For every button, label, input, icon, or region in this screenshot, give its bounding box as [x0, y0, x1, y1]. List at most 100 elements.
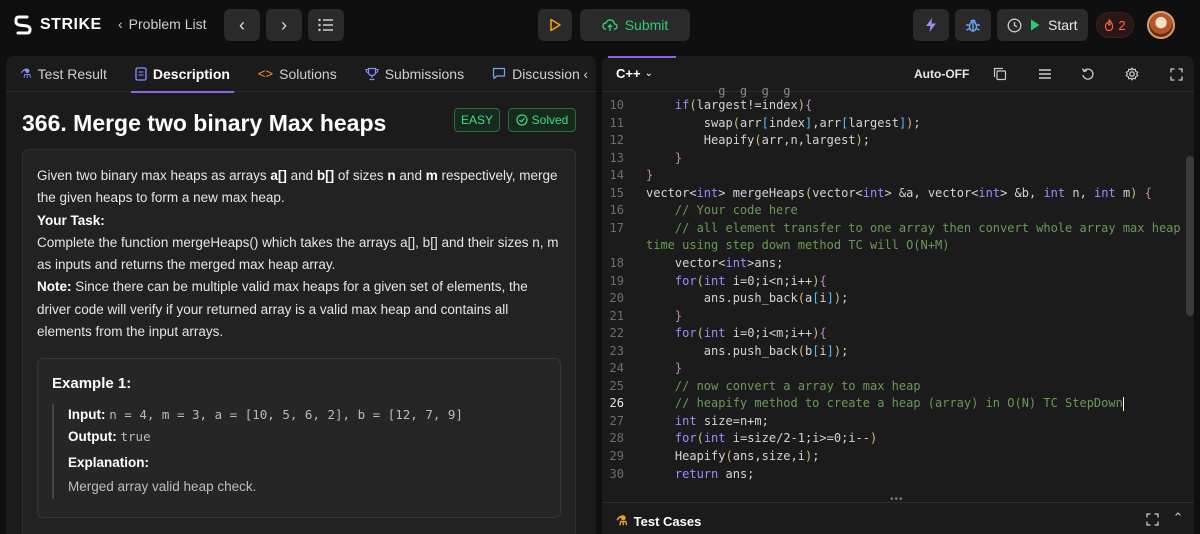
- reset-button[interactable]: [1080, 66, 1096, 82]
- reset-icon: [1081, 68, 1094, 80]
- tab-label: Test Result: [37, 65, 107, 82]
- problem-statement: Given two binary max heaps as arrays a[]…: [37, 165, 561, 210]
- output-label: Output:: [68, 429, 117, 445]
- line-number: 13: [609, 150, 624, 165]
- clock-icon: [1007, 18, 1022, 32]
- brand-name: STRIKE: [40, 16, 102, 33]
- example-title: Example 1:: [52, 375, 132, 393]
- settings-button[interactable]: [1124, 66, 1140, 82]
- tab-solutions[interactable]: <> Solutions: [244, 56, 351, 92]
- problem-tabs: ⚗ Test Result Description <> Solutions S…: [6, 56, 596, 93]
- code-line: }: [674, 361, 683, 376]
- tab-description[interactable]: Description: [121, 56, 244, 93]
- line-number: 14: [609, 168, 624, 183]
- tab-test-result[interactable]: ⚗ Test Result: [6, 56, 121, 92]
- input-value: n = 4, m = 3, a = [10, 5, 6, 2], b = [12…: [109, 406, 463, 422]
- chevron-down-icon: ⌄: [644, 68, 653, 79]
- language-selector[interactable]: C++ ⌄: [616, 66, 653, 81]
- trophy-icon: [365, 67, 379, 80]
- task-heading: Your Task:: [37, 212, 105, 228]
- code-line: for(int i=size/2-1;i>=0;i--): [674, 431, 878, 446]
- fullscreen-button[interactable]: [1168, 66, 1184, 82]
- chevron-up-icon: ⌃: [1172, 510, 1184, 525]
- problem-list-menu-button[interactable]: [308, 9, 344, 41]
- next-problem-button[interactable]: ›: [266, 9, 302, 41]
- streak-badge[interactable]: 2: [1096, 12, 1134, 38]
- difficulty-badge: EASY: [454, 108, 500, 132]
- input-label: Input:: [68, 406, 106, 422]
- line-number: 18: [609, 255, 624, 270]
- code-icon: <>: [257, 66, 274, 81]
- submit-button[interactable]: Submit: [580, 9, 690, 41]
- line-number: 22: [609, 326, 624, 341]
- problem-panel: ⚗ Test Result Description <> Solutions S…: [6, 56, 596, 534]
- menu-icon: [1039, 69, 1051, 79]
- strike-logo-icon: [14, 15, 32, 35]
- explanation-label: Explanation:: [68, 454, 150, 470]
- solved-label: Solved: [531, 113, 569, 127]
- chevron-left-icon: ‹: [239, 14, 245, 35]
- code-line: }: [674, 308, 683, 323]
- expand-icon: [1169, 67, 1183, 81]
- top-bar: STRIKE ‹ Problem List ‹ › Submit Start 2: [0, 0, 1200, 52]
- tab-label: Submissions: [384, 65, 465, 82]
- boost-button[interactable]: [913, 9, 949, 41]
- statement-text: and: [286, 168, 317, 183]
- statement-bold: a[]: [270, 168, 287, 183]
- start-label: Start: [1048, 17, 1078, 33]
- task-text: Complete the function mergeHeaps() which…: [37, 234, 559, 273]
- prev-problem-button[interactable]: ‹: [224, 9, 260, 41]
- text-cursor: [1122, 396, 1124, 411]
- line-number: 28: [609, 431, 624, 446]
- expand-test-cases-button[interactable]: [1144, 511, 1160, 527]
- statement-bold: n: [387, 168, 396, 183]
- copy-button[interactable]: [992, 66, 1008, 82]
- chevron-left-icon: ‹: [118, 16, 123, 32]
- brand-logo[interactable]: STRIKE: [14, 14, 102, 36]
- code-line: for(int i=0;i<n;i++){: [674, 273, 827, 288]
- start-timer-button[interactable]: Start: [997, 9, 1088, 41]
- bug-icon: [966, 19, 980, 32]
- line-number: 11: [609, 115, 624, 130]
- autocomplete-toggle[interactable]: Auto-OFF: [914, 67, 969, 81]
- problem-list-link[interactable]: ‹ Problem List: [118, 16, 206, 32]
- gear-icon: [1125, 67, 1139, 81]
- code-line: ans.push_back(a[i]);: [646, 291, 849, 306]
- code-line: }: [674, 150, 683, 165]
- language-tab-indicator: [608, 56, 676, 58]
- chevron-left-icon[interactable]: ‹: [583, 66, 588, 82]
- code-line: vector<int> mergeHeaps(vector<int> &a, v…: [646, 185, 1152, 200]
- line-number: 23: [609, 343, 624, 358]
- editor-scrollbar[interactable]: [1186, 156, 1194, 316]
- test-cases-bar[interactable]: ⚗ Test Cases ⌃: [602, 502, 1194, 534]
- code-line: ans.push_back(b[i]);: [646, 343, 849, 358]
- code-line: return ans;: [674, 466, 755, 481]
- streak-count: 2: [1118, 17, 1126, 33]
- example-body: Input: n = 4, m = 3, a = [10, 5, 6, 2], …: [52, 403, 546, 499]
- code-line: // Your code here: [674, 203, 798, 218]
- output-value: true: [120, 429, 151, 445]
- debug-button[interactable]: [955, 9, 991, 41]
- problem-description: Given two binary max heaps as arrays a[]…: [22, 149, 576, 534]
- collapse-test-cases-button[interactable]: ⌃: [1170, 510, 1186, 526]
- statement-bold: b[]: [316, 168, 335, 183]
- line-number: 10: [609, 98, 624, 112]
- tab-label: Description: [152, 65, 230, 82]
- tab-label: Solutions: [279, 65, 337, 82]
- format-button[interactable]: [1037, 66, 1053, 82]
- copy-icon: [993, 67, 1007, 81]
- user-avatar[interactable]: [1147, 11, 1175, 39]
- line-number: 20: [609, 291, 624, 306]
- code-area[interactable]: g g g g 10 if(largest!=index){11 swap(ar…: [602, 84, 1194, 492]
- expand-icon: [1145, 512, 1159, 526]
- play-icon: [1031, 19, 1040, 31]
- line-number: 21: [609, 308, 624, 323]
- submit-label: Submit: [624, 17, 669, 33]
- line-number: 30: [609, 466, 624, 481]
- tab-submissions[interactable]: Submissions: [351, 56, 478, 92]
- tab-discussion[interactable]: Discussion: [478, 56, 594, 92]
- test-cases-tab[interactable]: ⚗ Test Cases: [616, 513, 701, 529]
- test-cases-label: Test Cases: [633, 513, 702, 529]
- code-line-partial: g g g g: [646, 84, 791, 98]
- run-button[interactable]: [538, 9, 572, 41]
